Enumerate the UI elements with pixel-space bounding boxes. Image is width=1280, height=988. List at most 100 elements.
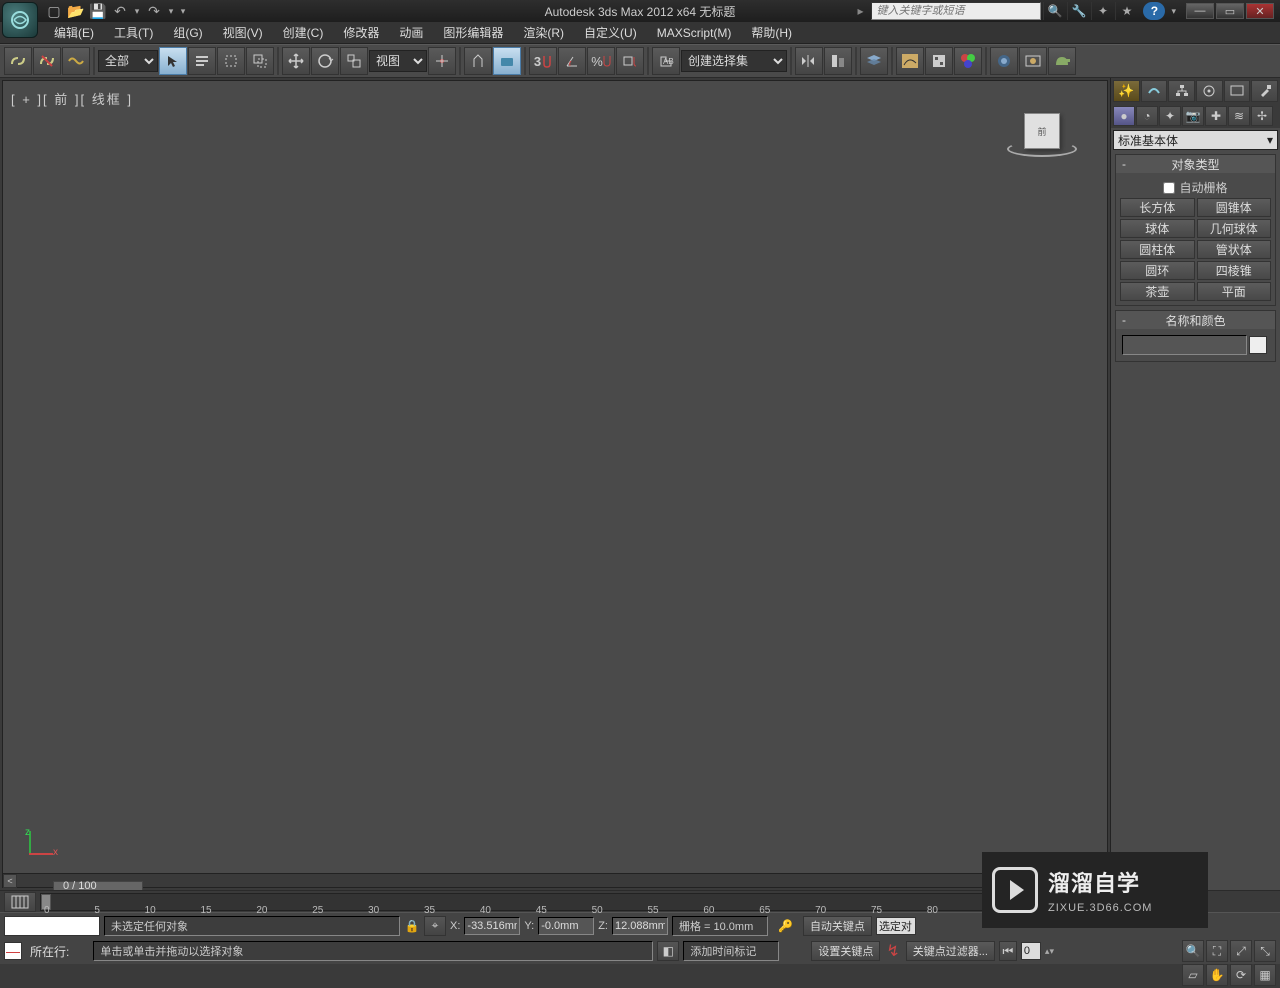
undo-dropdown-icon[interactable]: ▾: [132, 2, 142, 20]
scale-icon[interactable]: [340, 47, 368, 75]
teapot-button[interactable]: 茶壶: [1120, 282, 1195, 301]
create-tab-icon[interactable]: ✨: [1113, 80, 1140, 102]
subcategory-combo[interactable]: 标准基本体▾: [1113, 130, 1278, 150]
zoom-all-icon[interactable]: ⛶: [1206, 940, 1228, 962]
layer-manager-icon[interactable]: [860, 47, 888, 75]
named-selection-edit-icon[interactable]: ABC: [652, 47, 680, 75]
object-type-header[interactable]: 对象类型: [1116, 155, 1275, 173]
menu-tools[interactable]: 工具(T): [104, 22, 163, 43]
script-error-icon[interactable]: —: [4, 942, 22, 960]
zoom-extents-all-icon[interactable]: ⤡: [1254, 940, 1276, 962]
search-icon[interactable]: 🔍: [1043, 2, 1065, 20]
lock-selection-icon[interactable]: 🔒: [404, 918, 420, 934]
use-pivot-icon[interactable]: [428, 47, 456, 75]
helpers-category-icon[interactable]: ✚: [1205, 106, 1227, 126]
goto-start-icon[interactable]: ⏮: [999, 941, 1017, 961]
mirror-icon[interactable]: [795, 47, 823, 75]
exchange-icon[interactable]: ✦: [1091, 2, 1113, 20]
pan-icon[interactable]: ✋: [1206, 964, 1228, 986]
menu-group[interactable]: 组(G): [163, 22, 212, 43]
menu-customize[interactable]: 自定义(U): [574, 22, 647, 43]
menu-grapheditors[interactable]: 图形编辑器: [433, 22, 513, 43]
keyboard-shortcut-icon[interactable]: [493, 47, 521, 75]
plane-button[interactable]: 平面: [1197, 282, 1272, 301]
help-dropdown-icon[interactable]: ▾: [1171, 6, 1176, 17]
named-selection-combo[interactable]: 创建选择集: [681, 50, 787, 72]
undo-icon[interactable]: ↶: [110, 2, 130, 20]
spinner-snap-icon[interactable]: [616, 47, 644, 75]
unlink-icon[interactable]: [33, 47, 61, 75]
subscription-icon[interactable]: 🔧: [1067, 2, 1089, 20]
setkey-button[interactable]: 设置关键点: [811, 941, 880, 961]
menu-animation[interactable]: 动画: [389, 22, 433, 43]
zoom-extents-icon[interactable]: ⤢: [1230, 940, 1252, 962]
spacewarps-category-icon[interactable]: ≋: [1228, 106, 1250, 126]
redo-dropdown-icon[interactable]: ▾: [166, 2, 176, 20]
cameras-category-icon[interactable]: 📷: [1182, 106, 1204, 126]
shapes-category-icon[interactable]: ◔: [1136, 106, 1158, 126]
box-button[interactable]: 长方体: [1120, 198, 1195, 217]
script-listener-mini[interactable]: [4, 916, 100, 936]
minimize-button[interactable]: —: [1186, 3, 1214, 19]
menu-edit[interactable]: 编辑(E): [44, 22, 104, 43]
add-time-tag[interactable]: 添加时间标记: [683, 941, 779, 961]
autogrid-checkbox[interactable]: [1163, 182, 1175, 194]
viewport[interactable]: [ + ][ 前 ][ 线框 ] 前 z x < 0 / 100 >: [2, 80, 1108, 888]
material-editor-icon[interactable]: [954, 47, 982, 75]
select-by-name-icon[interactable]: [188, 47, 216, 75]
object-color-swatch[interactable]: [1249, 336, 1267, 354]
menu-modifiers[interactable]: 修改器: [333, 22, 389, 43]
timeslider-prev-icon[interactable]: <: [3, 874, 17, 888]
viewcube-ring[interactable]: [1007, 141, 1077, 157]
ref-coord-combo[interactable]: 视图: [369, 50, 427, 72]
bind-spacewarp-icon[interactable]: [62, 47, 90, 75]
qat-customize-icon[interactable]: ▾: [178, 2, 188, 20]
snap-toggle-icon[interactable]: 3: [529, 47, 557, 75]
z-coord-input[interactable]: [612, 917, 668, 935]
schematic-view-icon[interactable]: [925, 47, 953, 75]
torus-button[interactable]: 圆环: [1120, 261, 1195, 280]
menu-view[interactable]: 视图(V): [213, 22, 273, 43]
maximize-viewport-icon[interactable]: ▦: [1254, 964, 1276, 986]
render-icon[interactable]: [1048, 47, 1076, 75]
viewport-label[interactable]: [ + ][ 前 ][ 线框 ]: [11, 89, 133, 108]
render-setup-icon[interactable]: [990, 47, 1018, 75]
autokey-button[interactable]: 自动关键点: [803, 916, 872, 936]
fov-icon[interactable]: ▱: [1182, 964, 1204, 986]
rect-select-region-icon[interactable]: [217, 47, 245, 75]
cone-button[interactable]: 圆锥体: [1197, 198, 1272, 217]
curve-editor-icon[interactable]: [896, 47, 924, 75]
align-icon[interactable]: [824, 47, 852, 75]
isolate-toggle-icon[interactable]: ◧: [657, 941, 679, 961]
x-coord-input[interactable]: [464, 917, 520, 935]
menu-maxscript[interactable]: MAXScript(M): [647, 22, 742, 43]
close-button[interactable]: ✕: [1246, 3, 1274, 19]
name-color-header[interactable]: 名称和颜色: [1116, 311, 1275, 329]
spinner-arrows-icon[interactable]: ▴▾: [1045, 946, 1054, 957]
render-frame-icon[interactable]: [1019, 47, 1047, 75]
zoom-icon[interactable]: 🔍: [1182, 940, 1204, 962]
open-file-icon[interactable]: 📂: [66, 2, 86, 20]
key-filters-button[interactable]: 关键点过滤器...: [906, 941, 995, 961]
redo-icon[interactable]: ↷: [144, 2, 164, 20]
select-object-icon[interactable]: [159, 47, 187, 75]
geometry-category-icon[interactable]: ●: [1113, 106, 1135, 126]
object-name-input[interactable]: [1122, 335, 1247, 355]
display-tab-icon[interactable]: [1224, 80, 1251, 102]
hierarchy-tab-icon[interactable]: [1168, 80, 1195, 102]
manipulate-icon[interactable]: [464, 47, 492, 75]
link-icon[interactable]: [4, 47, 32, 75]
maximize-button[interactable]: ▭: [1216, 3, 1244, 19]
rotate-icon[interactable]: [311, 47, 339, 75]
menu-create[interactable]: 创建(C): [273, 22, 334, 43]
setkey-large-icon[interactable]: ↯: [886, 941, 899, 961]
help-icon[interactable]: ?: [1143, 2, 1165, 20]
favorites-icon[interactable]: ★: [1115, 2, 1137, 20]
app-menu-icon[interactable]: [2, 2, 38, 38]
save-file-icon[interactable]: 💾: [88, 2, 108, 20]
frame-spinner[interactable]: [1021, 942, 1041, 960]
time-config-icon[interactable]: [4, 892, 36, 912]
menu-help[interactable]: 帮助(H): [741, 22, 802, 43]
search-input[interactable]: [871, 2, 1041, 20]
modify-tab-icon[interactable]: [1141, 80, 1168, 102]
